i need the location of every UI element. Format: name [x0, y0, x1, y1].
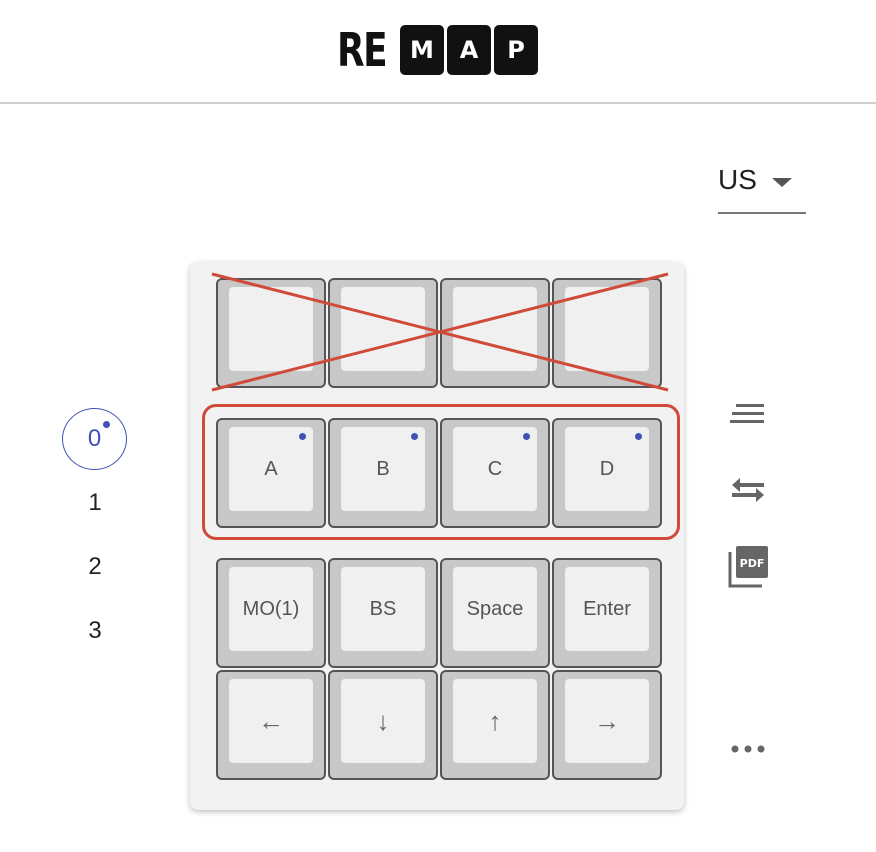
- swap-icon[interactable]: [730, 476, 766, 509]
- key-left-arrow[interactable]: ←: [216, 670, 326, 780]
- layer-0[interactable]: 0: [62, 408, 127, 470]
- key-enter[interactable]: Enter: [552, 558, 662, 668]
- lines-icon[interactable]: [730, 402, 766, 431]
- layer-3-label: 3: [88, 617, 102, 644]
- key-modified-dot: [411, 433, 418, 440]
- logo-text: RE: [337, 23, 388, 77]
- keycap-label: Space: [453, 567, 537, 651]
- logo-letter-p: P: [494, 25, 538, 75]
- key-up-arrow[interactable]: ↑: [440, 670, 550, 780]
- svg-text:PDF: PDF: [740, 557, 765, 570]
- keycap-label: ←: [229, 679, 313, 763]
- more-icon[interactable]: [730, 742, 766, 761]
- keycap-label: MO(1): [229, 567, 313, 651]
- layer-3[interactable]: 3: [62, 600, 128, 662]
- logo-letter-m: M: [400, 25, 444, 75]
- layer-2-label: 2: [88, 553, 102, 580]
- key-disabled[interactable]: [440, 278, 550, 388]
- key-disabled[interactable]: [552, 278, 662, 388]
- keycap: [341, 287, 425, 371]
- key-c[interactable]: C: [440, 418, 550, 528]
- key-modified-dot: [523, 433, 530, 440]
- key-disabled[interactable]: [328, 278, 438, 388]
- keycap-label: BS: [341, 567, 425, 651]
- key-d[interactable]: D: [552, 418, 662, 528]
- key-right-arrow[interactable]: →: [552, 670, 662, 780]
- logo-letter-a: A: [447, 25, 491, 75]
- layer-1[interactable]: 1: [62, 472, 128, 534]
- keycap-label: ↑: [453, 679, 537, 763]
- key-bs[interactable]: BS: [328, 558, 438, 668]
- keycap-label: →: [565, 679, 649, 763]
- chevron-down-icon: [772, 178, 792, 187]
- key-mo1[interactable]: MO(1): [216, 558, 326, 668]
- keyboard-layout-value: US: [718, 164, 757, 195]
- keycap-label: ↓: [341, 679, 425, 763]
- layer-0-label: 0: [87, 425, 102, 452]
- app-header: RE M A P: [0, 0, 876, 104]
- keyboard-layout-select[interactable]: US: [718, 160, 806, 214]
- pdf-icon[interactable]: PDF: [728, 544, 768, 593]
- layer-2[interactable]: 2: [62, 536, 128, 598]
- keycap-label: Enter: [565, 567, 649, 651]
- key-disabled[interactable]: [216, 278, 326, 388]
- layer-1-label: 1: [88, 489, 102, 516]
- remap-logo[interactable]: RE M A P: [337, 24, 538, 76]
- key-down-arrow[interactable]: ↓: [328, 670, 438, 780]
- keycap: [229, 287, 313, 371]
- keycap: [565, 287, 649, 371]
- key-space[interactable]: Space: [440, 558, 550, 668]
- layer-modified-dot: [103, 421, 110, 428]
- key-modified-dot: [299, 433, 306, 440]
- key-b[interactable]: B: [328, 418, 438, 528]
- key-a[interactable]: A: [216, 418, 326, 528]
- key-modified-dot: [635, 433, 642, 440]
- keycap: [453, 287, 537, 371]
